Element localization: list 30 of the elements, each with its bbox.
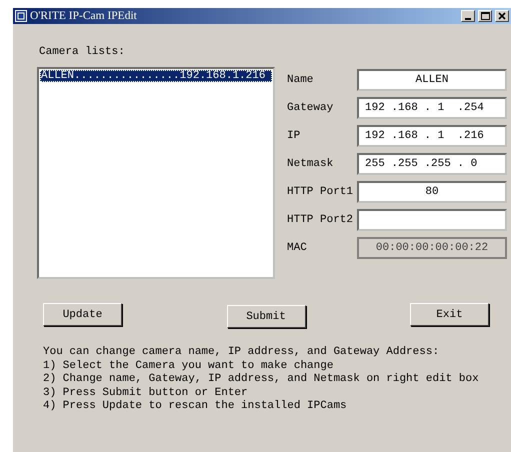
field-label: HTTP Port1 [287, 186, 354, 198]
instruction-text: 1) Select the Camera you want to make change [43, 360, 334, 373]
push-button[interactable]: Exit [410, 303, 489, 326]
input-field[interactable] [357, 209, 507, 231]
field-label: Netmask [287, 158, 334, 170]
minimize-button[interactable] [461, 10, 475, 22]
field-label: Gateway [287, 102, 334, 114]
instruction-text: 2) Change name, Gateway, IP address, and Netmask on right edit box [43, 373, 480, 386]
maximize-button[interactable] [478, 10, 492, 22]
instruction-text: 4) Press Update to rescan the installed IPCams [43, 400, 348, 414]
close-icon [498, 12, 506, 20]
ip-address-field[interactable]: 255 .255 .255 . 0 [357, 153, 507, 175]
ip-address-field[interactable]: 192 .168 . 1 .254 [357, 97, 507, 119]
app-icon [15, 10, 27, 22]
field-label: HTTP Port2 [287, 214, 354, 226]
field-label: IP [287, 130, 302, 142]
field-label: Name [287, 74, 314, 86]
instruction-text: 3) Press Submit button or Enter [43, 386, 249, 400]
input-field[interactable]: 80 [357, 181, 507, 203]
input-field[interactable]: ALLEN [357, 69, 507, 91]
push-button[interactable]: Update [43, 303, 122, 326]
camera-list-item[interactable]: ALLEN................192.168.1.216 [40, 70, 272, 82]
field-label: MAC [287, 242, 308, 254]
window-title: O'RITE IP-Cam IPEdit [30, 10, 138, 22]
ip-address-field[interactable]: 192 .168 . 1 .216 [357, 125, 507, 147]
list-label: Camera lists: [39, 46, 126, 58]
push-button[interactable]: Submit [226, 305, 306, 328]
instruction-text: You can change camera name, IP address, and Gateway Address: [43, 346, 440, 360]
close-button[interactable] [495, 10, 509, 22]
maximize-icon [480, 12, 490, 20]
